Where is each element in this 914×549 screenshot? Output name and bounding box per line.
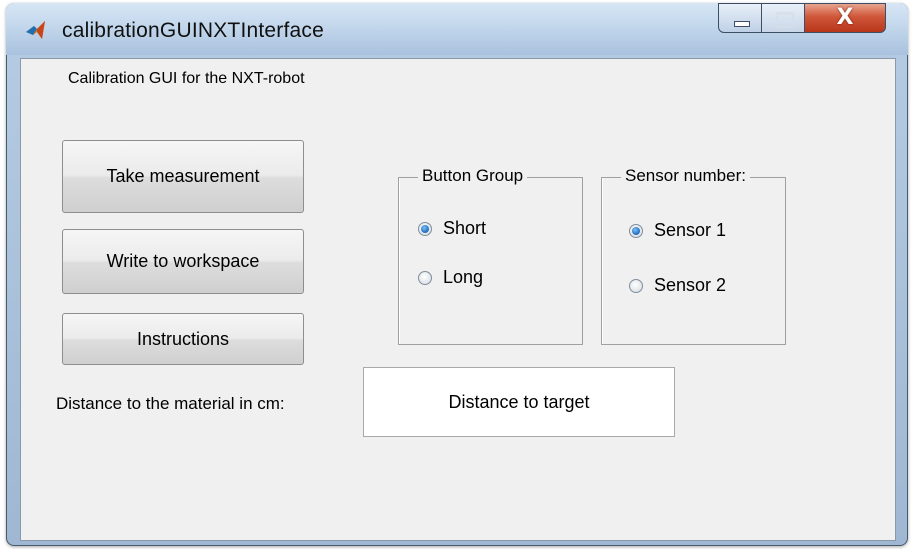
maximize-button[interactable] — [761, 3, 805, 33]
button-group-panel: Button Group Short Long — [398, 166, 583, 345]
gui-title: Calibration GUI for the NXT-robot — [68, 70, 305, 87]
radio-unselected-icon — [418, 270, 432, 285]
radio-unselected-icon — [629, 278, 643, 293]
minimize-button[interactable] — [718, 3, 762, 33]
radio-sensor-2-label: Sensor 2 — [654, 275, 727, 295]
matlab-logo-icon — [26, 21, 45, 39]
minimize-icon — [734, 21, 750, 27]
radio-sensor-2[interactable]: Sensor 2 — [629, 275, 726, 296]
radio-short[interactable]: Short — [418, 218, 486, 239]
distance-label: Distance to the material in cm: — [56, 394, 285, 413]
write-to-workspace-button[interactable]: Write to workspace — [62, 229, 304, 294]
sensor-number-panel: Sensor number: Sensor 1 Sensor 2 — [601, 166, 786, 345]
title-bar[interactable]: calibrationGUINXTInterface X — [6, 3, 908, 55]
radio-sensor-1-label: Sensor 1 — [654, 220, 727, 240]
instructions-button[interactable]: Instructions — [62, 313, 304, 365]
take-measurement-button[interactable]: Take measurement — [62, 140, 304, 213]
radio-long[interactable]: Long — [418, 267, 483, 288]
radio-selected-icon — [418, 221, 432, 236]
sensor-number-title: Sensor number: — [621, 166, 750, 186]
maximize-icon — [776, 12, 794, 28]
application-window: calibrationGUINXTInterface X Calibration… — [6, 3, 908, 546]
close-button[interactable]: X — [804, 3, 886, 33]
close-icon: X — [836, 5, 854, 30]
radio-sensor-1[interactable]: Sensor 1 — [629, 220, 726, 241]
distance-display: Distance to target — [363, 367, 675, 437]
radio-selected-icon — [629, 223, 643, 238]
button-group-title: Button Group — [418, 166, 528, 186]
radio-short-label: Short — [443, 218, 487, 238]
radio-long-label: Long — [443, 267, 484, 287]
figure-panel: Calibration GUI for the NXT-robot Take m… — [20, 58, 896, 541]
window-title: calibrationGUINXTInterface — [62, 19, 324, 42]
